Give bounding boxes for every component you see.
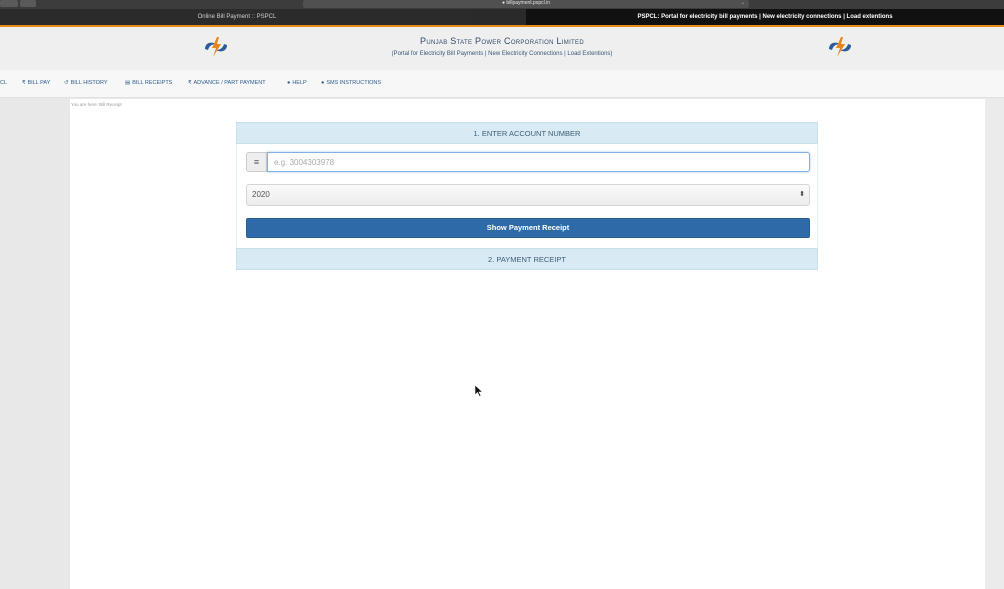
- address-bar[interactable]: ● billpayment.pspcl.in ⌄: [303, 0, 749, 8]
- year-select-value: 2020: [252, 190, 270, 199]
- browser-back-button[interactable]: [0, 0, 18, 7]
- nav-item-label: CL: [0, 80, 8, 86]
- bill-receipt-card: 1. ENTER ACCOUNT NUMBER ≡ 2020 ⬍ Show Pa…: [236, 122, 818, 272]
- rupee-icon: ₹: [188, 80, 192, 86]
- nav-item-bill-receipts[interactable]: ▤ BILL RECEIPTS: [125, 80, 172, 86]
- step2-header[interactable]: 2. PAYMENT RECEIPT: [236, 248, 818, 270]
- account-number-input[interactable]: [267, 152, 810, 172]
- rupee-icon: ₹: [22, 80, 26, 86]
- account-input-group: ≡: [246, 152, 810, 172]
- nav-item-label: HELP: [292, 80, 307, 86]
- history-icon: ↺: [64, 80, 69, 86]
- nav-item-bill-pay[interactable]: ₹ BILL PAY: [22, 80, 50, 86]
- list-icon: ≡: [246, 152, 267, 172]
- nav-item-label: SMS INSTRUCTIONS: [326, 80, 382, 86]
- nav-item-sms-instructions[interactable]: ● SMS INSTRUCTIONS: [321, 80, 381, 86]
- question-icon: ●: [287, 80, 291, 86]
- nav-item-help[interactable]: ● HELP: [287, 80, 307, 86]
- browser-toolbar: ● billpayment.pspcl.in ⌄: [0, 0, 1004, 9]
- mouse-cursor-icon: [475, 385, 483, 397]
- nav-item-bill-history[interactable]: ↺ BILL HISTORY: [64, 80, 108, 86]
- select-arrows-icon: ⬍: [799, 191, 805, 198]
- step1-header[interactable]: 1. ENTER ACCOUNT NUMBER: [236, 122, 818, 144]
- pspcl-logo-right: [829, 37, 851, 57]
- site-header: Punjab State Power Corporation Limited (…: [0, 27, 1004, 70]
- nav-item-label: BILL HISTORY: [70, 80, 108, 86]
- address-bar-url: ● billpayment.pspcl.in: [501, 0, 551, 6]
- show-payment-receipt-button[interactable]: Show Payment Receipt: [246, 218, 810, 238]
- browser-tab-strip: Online Bill Payment :: PSPCL PSPCL: Port…: [0, 9, 1004, 25]
- breadcrumb: You are here: Bill Receipt: [71, 102, 122, 107]
- nav-item-label: BILL PAY: [27, 80, 51, 86]
- nav-item-label: ADVANCE / PART PAYMENT: [193, 80, 266, 86]
- nav-item-advance-payment[interactable]: ₹ ADVANCE / PART PAYMENT: [188, 80, 266, 86]
- info-icon: ●: [321, 80, 325, 86]
- nav-item-label: BILL RECEIPTS: [132, 80, 173, 86]
- browser-tab-inactive[interactable]: Online Bill Payment :: PSPCL: [0, 9, 474, 25]
- browser-tab-active[interactable]: PSPCL: Portal for electricity bill payme…: [526, 9, 1004, 25]
- file-icon: ▤: [125, 80, 131, 86]
- browser-forward-button[interactable]: [20, 0, 36, 7]
- chevron-down-icon: ⌄: [740, 0, 745, 6]
- year-select[interactable]: 2020 ⬍: [246, 184, 810, 206]
- main-nav: CL ₹ BILL PAY ↺ BILL HISTORY ▤ BILL RECEIPT…: [0, 70, 1004, 98]
- nav-item-cl[interactable]: CL: [0, 80, 7, 86]
- page-scrollbar[interactable]: [985, 99, 1004, 589]
- step1-body: ≡ 2020 ⬍ Show Payment Receipt: [236, 144, 818, 248]
